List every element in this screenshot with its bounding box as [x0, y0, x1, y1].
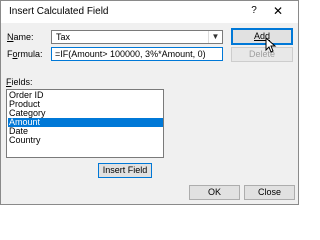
mouse-pointer-icon [265, 37, 277, 53]
dialog-title: Insert Calculated Field [9, 6, 109, 17]
name-value: Tax [56, 32, 71, 42]
title-bar: Insert Calculated Field ? ✕ [1, 1, 298, 23]
delete-button[interactable]: Delete [231, 47, 293, 62]
name-label: Name: [7, 32, 34, 42]
insert-calculated-field-dialog: Insert Calculated Field ? ✕ Name: Tax ▼ … [0, 0, 299, 205]
list-item-selected[interactable]: Amount [8, 118, 163, 127]
formula-label: Formula: [7, 49, 43, 59]
name-combobox[interactable]: Tax ▼ [51, 30, 223, 44]
close-window-button[interactable]: ✕ [271, 4, 285, 18]
ok-button[interactable]: OK [189, 185, 240, 200]
add-button[interactable]: Add [231, 28, 293, 45]
fields-label: Fields: [6, 77, 33, 87]
list-item[interactable]: Country [8, 136, 163, 145]
chevron-down-icon[interactable]: ▼ [208, 31, 222, 43]
formula-value: =IF(Amount> 100000, 3%*Amount, 0) [55, 49, 206, 59]
formula-input[interactable]: =IF(Amount> 100000, 3%*Amount, 0) [51, 47, 223, 61]
close-button[interactable]: Close [244, 185, 295, 200]
fields-listbox[interactable]: Order ID Product Category Amount Date Co… [6, 89, 164, 158]
insert-field-button[interactable]: Insert Field [98, 163, 152, 178]
help-button[interactable]: ? [247, 4, 261, 18]
